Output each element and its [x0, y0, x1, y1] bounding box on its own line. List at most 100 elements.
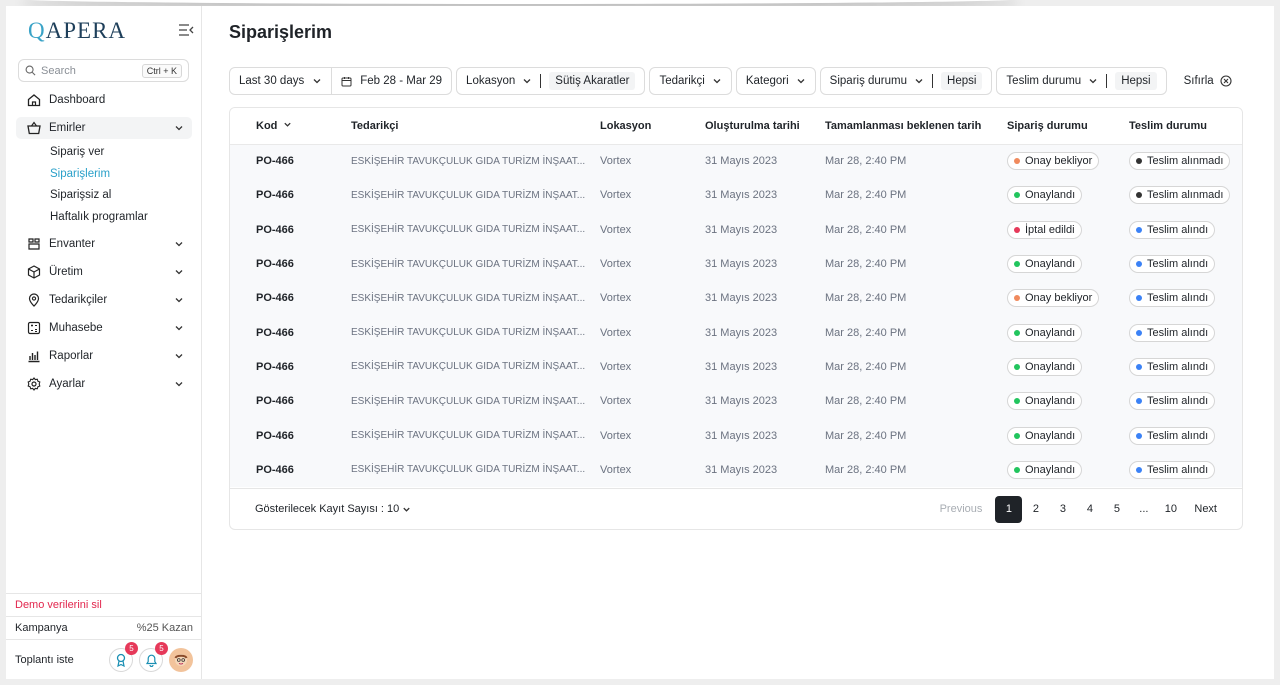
table-row[interactable]: PO-466 ESKİŞEHİR TAVUKÇULUK GIDA TURİZM İ…: [230, 315, 1242, 350]
table-row[interactable]: PO-466 ESKİŞEHİR TAVUKÇULUK GIDA TURİZM İ…: [230, 281, 1242, 316]
previous-page-button[interactable]: Previous: [940, 503, 983, 515]
submenu-item-siparislerim[interactable]: Siparişlerim: [50, 164, 192, 186]
submenu-item-siparis-ver[interactable]: Sipariş ver: [50, 142, 192, 164]
per-page-select[interactable]: Gösterilecek Kayıt Sayısı : 10: [255, 503, 411, 515]
cell-expected: Mar 28, 2:40 PM: [825, 326, 907, 339]
column-header-beklenen[interactable]: Tamamlanması beklenen tarih: [825, 108, 1007, 145]
chevron-down-icon: [175, 354, 183, 359]
table-row[interactable]: PO-466 ESKİŞEHİR TAVUKÇULUK GIDA TURİZM İ…: [230, 178, 1242, 213]
page-button[interactable]: 10: [1157, 496, 1184, 523]
order-status-badge: Onaylandı: [1007, 460, 1083, 479]
status-dot: [1014, 295, 1020, 302]
chevron-down-icon: [175, 126, 183, 131]
table-row[interactable]: PO-466 ESKİŞEHİR TAVUKÇULUK GIDA TURİZM İ…: [230, 384, 1242, 419]
table-row[interactable]: PO-466 ESKİŞEHİR TAVUKÇULUK GIDA TURİZM İ…: [230, 452, 1242, 487]
search-placeholder: Search: [41, 64, 76, 77]
chevron-down-icon: [713, 79, 721, 84]
category-filter[interactable]: Kategori: [735, 67, 816, 95]
cell-kod[interactable]: PO-466: [230, 350, 351, 384]
logo-text: APERA: [45, 18, 127, 43]
cell-kod[interactable]: PO-466: [230, 247, 351, 281]
inventory-icon: [27, 237, 41, 251]
column-header-teslim-durumu[interactable]: Teslim durumu: [1129, 108, 1242, 145]
cell-delivery-status: Teslim alındı: [1129, 418, 1242, 452]
orders-table-card: Kod Tedarikçi Lokasyon Oluşturulma tarih…: [229, 107, 1243, 530]
date-range-select[interactable]: Last 30 days: [230, 68, 331, 94]
table-row[interactable]: PO-466 ESKİŞEHİR TAVUKÇULUK GIDA TURİZM İ…: [230, 144, 1242, 179]
order-status-filter[interactable]: Sipariş durumu Hepsi: [819, 67, 993, 95]
status-dot: [1136, 226, 1142, 233]
submenu-item-haftalik-programlar[interactable]: Haftalık programlar: [50, 207, 192, 229]
table-row[interactable]: PO-466 ESKİŞEHİR TAVUKÇULUK GIDA TURİZM İ…: [230, 212, 1242, 247]
sidebar-item-envanter[interactable]: Envanter: [16, 233, 192, 255]
status-dot: [1136, 432, 1142, 439]
sidebar-item-emirler[interactable]: Emirler: [16, 117, 192, 139]
cell-kod[interactable]: PO-466: [230, 213, 351, 247]
location-filter[interactable]: Lokasyon Sütiş Akaratler: [456, 67, 646, 95]
column-header-siparis-durumu[interactable]: Sipariş durumu: [1007, 108, 1129, 145]
cell-kod[interactable]: PO-466: [230, 178, 351, 212]
cell-kod[interactable]: PO-466: [230, 281, 351, 315]
order-status-text: Onaylandı: [1025, 395, 1076, 408]
award-badge: 5: [125, 641, 138, 655]
date-picker[interactable]: Feb 28 - Mar 29: [331, 68, 451, 94]
chevron-down-icon: [313, 79, 321, 84]
table-row[interactable]: PO-466 ESKİŞEHİR TAVUKÇULUK GIDA TURİZM İ…: [230, 246, 1242, 282]
sidebar-item-label: Tedarikçiler: [49, 294, 108, 306]
sidebar-item-muhasebe[interactable]: Muhasebe: [16, 317, 192, 339]
delivery-status-filter[interactable]: Teslim durumu Hepsi: [996, 67, 1167, 95]
sidebar-item-uretim[interactable]: Üretim: [16, 261, 192, 283]
calculator-icon: [27, 321, 41, 335]
award-button[interactable]: 5: [109, 641, 138, 672]
sidebar-item-dashboard[interactable]: Dashboard: [16, 89, 192, 111]
cell-created: 31 Mayıs 2023: [705, 292, 778, 305]
cell-order-status: İptal edildi: [1007, 213, 1129, 247]
sidebar-item-raporlar[interactable]: Raporlar: [16, 345, 192, 367]
table-row[interactable]: PO-466 ESKİŞEHİR TAVUKÇULUK GIDA TURİZM İ…: [230, 349, 1242, 385]
cell-location: Vortex: [600, 189, 632, 202]
reset-filters-button[interactable]: Sıfırla: [1184, 75, 1232, 87]
cell-delivery-status: Teslim alınmadı: [1129, 178, 1242, 212]
column-header-lokasyon[interactable]: Lokasyon: [600, 108, 705, 145]
logo[interactable]: QAPERA: [28, 18, 126, 43]
submenu-item-siparissiz-al[interactable]: Siparişsiz al: [50, 185, 192, 207]
cell-kod[interactable]: PO-466: [230, 418, 351, 452]
cell-kod[interactable]: PO-466: [230, 144, 351, 178]
status-dot: [1136, 329, 1142, 336]
page-button[interactable]: 4: [1076, 496, 1103, 523]
sidebar-item-tedarikciler[interactable]: Tedarikçiler: [16, 289, 192, 311]
notifications-button[interactable]: 5: [139, 641, 168, 672]
status-dot: [1136, 363, 1142, 370]
page-button[interactable]: 5: [1103, 496, 1130, 523]
avatar[interactable]: [169, 647, 193, 672]
status-dot: [1014, 466, 1020, 473]
next-page-button[interactable]: Next: [1194, 503, 1217, 515]
cell-expected: Mar 28, 2:40 PM: [825, 429, 907, 442]
column-header-olusturulma[interactable]: Oluşturulma tarihi: [705, 108, 825, 145]
cell-created: 31 Mayıs 2023: [705, 258, 778, 271]
delete-demo-data-link[interactable]: Demo verilerini sil: [6, 593, 202, 616]
cell-kod[interactable]: PO-466: [230, 453, 351, 487]
column-header-tedarikci[interactable]: Tedarikçi: [351, 108, 600, 145]
page-button[interactable]: 3: [1049, 496, 1076, 523]
footer-icons: 5 5: [109, 641, 193, 672]
chevron-down-icon: [175, 326, 183, 331]
campaign-row[interactable]: Kampanya %25 Kazan: [6, 616, 202, 639]
supplier-filter[interactable]: Tedarikçi: [649, 67, 732, 95]
order-status-text: Onay bekliyor: [1025, 292, 1093, 305]
page-button[interactable]: 2: [1022, 496, 1049, 523]
cell-supplier: ESKİŞEHİR TAVUKÇULUK GIDA TURİZM İNŞAAT.…: [351, 258, 586, 270]
collapse-sidebar-icon[interactable]: [178, 23, 194, 37]
delivery-status-text: Teslim alındı: [1147, 292, 1209, 305]
chevron-down-icon: [175, 382, 183, 387]
page-button[interactable]: 1: [995, 495, 1023, 523]
column-header-kod[interactable]: Kod: [230, 108, 351, 145]
cell-kod[interactable]: PO-466: [230, 384, 351, 418]
request-meeting-link[interactable]: Toplantı iste: [15, 654, 74, 666]
cell-kod[interactable]: PO-466: [230, 315, 351, 349]
cell-order-status: Onaylandı: [1007, 315, 1129, 349]
location-filter-label: Lokasyon: [466, 75, 516, 87]
search-input[interactable]: Search Ctrl + K: [18, 59, 189, 82]
sidebar-item-ayarlar[interactable]: Ayarlar: [16, 373, 192, 395]
table-row[interactable]: PO-466 ESKİŞEHİR TAVUKÇULUK GIDA TURİZM İ…: [230, 418, 1242, 453]
